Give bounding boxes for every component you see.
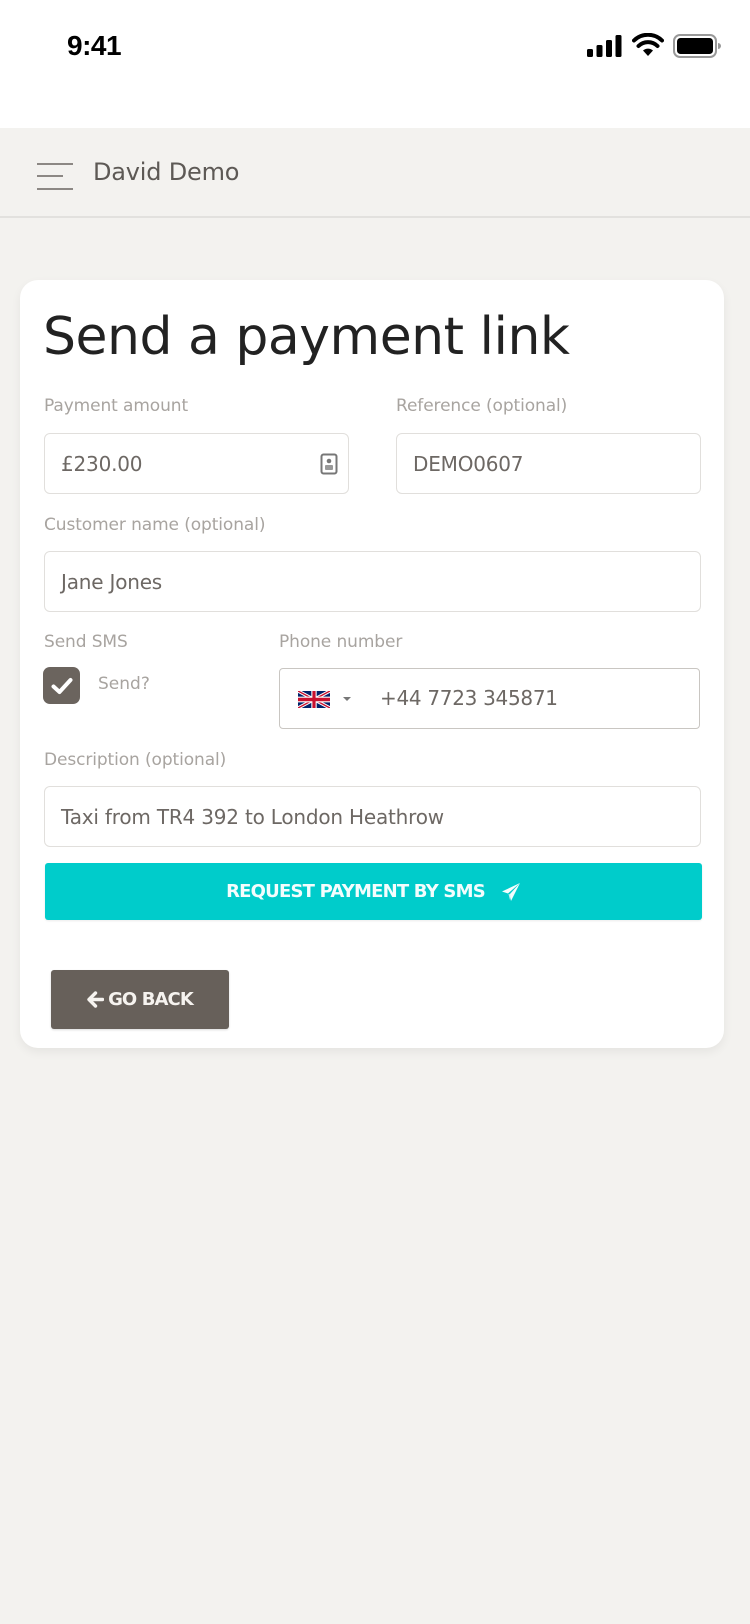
hamburger-line (37, 175, 63, 177)
payment-amount-input[interactable]: £230.00 (44, 433, 349, 494)
go-back-label: GO BACK (108, 989, 194, 1010)
reference-label: Reference (optional) (396, 396, 568, 416)
go-back-button[interactable]: GO BACK (51, 970, 229, 1029)
payment-amount-value: £230.00 (61, 451, 143, 476)
payment-amount-label: Payment amount (44, 396, 189, 416)
page-title: Send a payment link (43, 307, 570, 367)
hamburger-line (37, 163, 73, 165)
status-time: 9:41 (67, 30, 122, 61)
send-sms-checkbox[interactable] (43, 667, 80, 704)
customer-name-value: Jane Jones (61, 569, 163, 594)
app-header: David Demo (0, 128, 750, 218)
hamburger-line (37, 188, 73, 190)
payment-link-card: Send a payment link Payment amount £230.… (20, 280, 724, 1048)
send-sms-checkbox-label: Send? (98, 674, 150, 694)
arrow-left-icon (87, 991, 105, 1008)
phone-number-value: +44 7723 345871 (380, 686, 558, 710)
header-user-name: David Demo (93, 158, 240, 186)
uk-flag-icon[interactable] (298, 691, 330, 708)
description-value: Taxi from TR4 392 to London Heathrow (61, 804, 444, 829)
autofill-contact-icon[interactable] (320, 453, 338, 475)
customer-name-label: Customer name (optional) (44, 515, 266, 535)
send-sms-label: Send SMS (44, 632, 128, 652)
battery-icon (673, 34, 721, 58)
request-payment-sms-button[interactable]: REQUEST PAYMENT BY SMS (45, 863, 702, 920)
wifi-icon (632, 33, 664, 56)
reference-input[interactable]: DEMO0607 (396, 433, 701, 494)
hamburger-menu-icon[interactable] (37, 163, 73, 191)
phone-number-label: Phone number (279, 632, 403, 652)
country-dropdown-caret-icon[interactable] (343, 697, 351, 701)
reference-value: DEMO0607 (413, 451, 524, 476)
paper-plane-icon (501, 882, 520, 901)
request-payment-sms-label: REQUEST PAYMENT BY SMS (226, 881, 486, 902)
phone-number-input[interactable]: +44 7723 345871 (279, 668, 700, 729)
checkmark-icon (51, 677, 72, 694)
description-label: Description (optional) (44, 750, 227, 770)
cellular-signal-icon (587, 35, 622, 57)
status-bar: 9:41 (0, 0, 750, 128)
description-input[interactable]: Taxi from TR4 392 to London Heathrow (44, 786, 701, 847)
customer-name-input[interactable]: Jane Jones (44, 551, 701, 612)
